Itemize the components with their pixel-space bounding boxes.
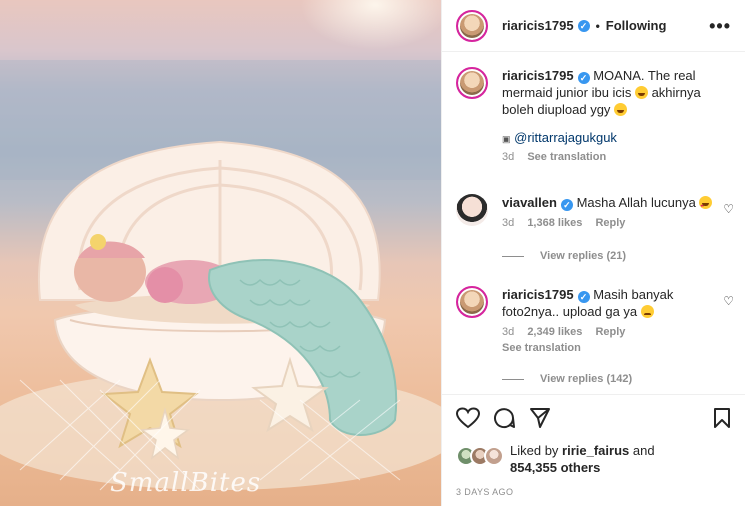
grin-emoji-icon xyxy=(614,103,628,116)
comment-item: riaricis1795 ✓ Masih banyak foto2nya.. up… xyxy=(456,286,734,354)
like-comment-icon[interactable]: ♡ xyxy=(723,202,734,216)
comment-item: viavallen✓ Masha Allah lucunya ♡ 3d 1,36… xyxy=(456,194,734,229)
liker-avatars[interactable] xyxy=(456,446,504,466)
comment-text: Masha Allah lucunya xyxy=(576,195,696,210)
share-send-icon[interactable] xyxy=(529,407,551,429)
comment-likes[interactable]: 2,349 likes xyxy=(527,326,582,338)
grin-emoji-icon xyxy=(634,86,648,99)
post-header: riaricis1795 ✓ • Following ••• xyxy=(442,0,745,52)
author-avatar[interactable] xyxy=(456,9,488,42)
mention-link[interactable]: @rittarrajagukguk xyxy=(514,130,617,145)
likes-prefix: Liked by xyxy=(510,443,559,458)
likes-text: Liked by ririe_fairus and 854,355 others xyxy=(510,442,736,476)
like-heart-icon[interactable] xyxy=(456,407,480,429)
worried-emoji-icon xyxy=(640,305,654,318)
heart-eyes-emoji-icon xyxy=(699,196,713,214)
comment-likes[interactable]: 1,368 likes xyxy=(527,217,582,229)
commenter-avatar[interactable] xyxy=(456,286,488,318)
comment-bubble-icon[interactable] xyxy=(493,407,515,429)
verified-badge-icon: ✓ xyxy=(577,291,590,303)
comment-body: viavallen ✓ Masha Allah lucunya xyxy=(502,194,726,214)
comment-time[interactable]: 3d xyxy=(502,217,514,229)
replies-divider xyxy=(502,255,524,257)
photo-illustration xyxy=(0,60,441,491)
caption-mention[interactable]: ▣ @rittarrajagukguk xyxy=(502,130,726,145)
reply-button[interactable]: Reply xyxy=(595,217,625,229)
likes-count[interactable]: 854,355 others xyxy=(510,460,600,475)
comments-section[interactable]: riaricis1795 ✓ MOANA. The real mermaid ju… xyxy=(442,53,745,393)
post-side-panel: riaricis1795 ✓ • Following ••• riaricis1… xyxy=(441,0,745,506)
view-replies-button[interactable]: View replies (142) xyxy=(502,373,632,385)
likes-summary: Liked by ririe_fairus and 854,355 others xyxy=(456,442,736,476)
caption-body: riaricis1795 ✓ MOANA. The real mermaid ju… xyxy=(502,67,726,118)
see-translation-link[interactable]: See translation xyxy=(502,342,581,354)
separator-dot: • xyxy=(595,18,600,33)
camera-emoji-icon: ▣ xyxy=(502,134,511,144)
comment-meta: 3d 2,349 likes Reply xyxy=(502,326,726,338)
like-comment-icon[interactable]: ♡ xyxy=(723,294,734,308)
replies-divider xyxy=(502,378,524,380)
caption-avatar[interactable] xyxy=(456,67,488,99)
comment-time[interactable]: 3d xyxy=(502,326,514,338)
view-replies-label: View replies (21) xyxy=(540,250,627,262)
following-button[interactable]: Following xyxy=(606,18,667,33)
more-options-icon[interactable]: ••• xyxy=(709,16,731,37)
post-date[interactable]: 3 DAYS AGO xyxy=(456,487,513,497)
author-username[interactable]: riaricis1795 xyxy=(502,18,574,33)
commenter-username[interactable]: viavallen xyxy=(502,195,557,210)
comment-translation: See translation xyxy=(502,342,726,354)
post-photo[interactable]: SmallBites xyxy=(0,0,441,506)
save-bookmark-icon[interactable] xyxy=(713,407,731,429)
liked-by-user[interactable]: ririe_fairus xyxy=(562,443,629,458)
verified-badge-icon: ✓ xyxy=(577,19,590,32)
commenter-username[interactable]: riaricis1795 xyxy=(502,287,574,302)
verified-badge-icon: ✓ xyxy=(560,199,573,211)
comment-meta: 3d 1,368 likes Reply xyxy=(502,217,726,229)
comment-body: riaricis1795 ✓ Masih banyak foto2nya.. up… xyxy=(502,286,726,320)
see-translation-link[interactable]: See translation xyxy=(527,151,606,163)
view-replies-button[interactable]: View replies (21) xyxy=(502,250,626,262)
caption-time[interactable]: 3d xyxy=(502,151,514,163)
caption-meta: 3d See translation xyxy=(502,151,726,163)
likes-and: and xyxy=(632,443,655,458)
liker-avatar xyxy=(484,446,504,466)
reply-button[interactable]: Reply xyxy=(595,326,625,338)
caption-username[interactable]: riaricis1795 xyxy=(502,68,574,83)
action-bar xyxy=(442,394,745,438)
caption: riaricis1795 ✓ MOANA. The real mermaid ju… xyxy=(456,67,726,163)
view-replies-label: View replies (142) xyxy=(540,373,633,385)
commenter-avatar[interactable] xyxy=(456,194,488,226)
verified-badge-icon: ✓ xyxy=(577,72,590,84)
photo-watermark: SmallBites xyxy=(110,468,262,498)
